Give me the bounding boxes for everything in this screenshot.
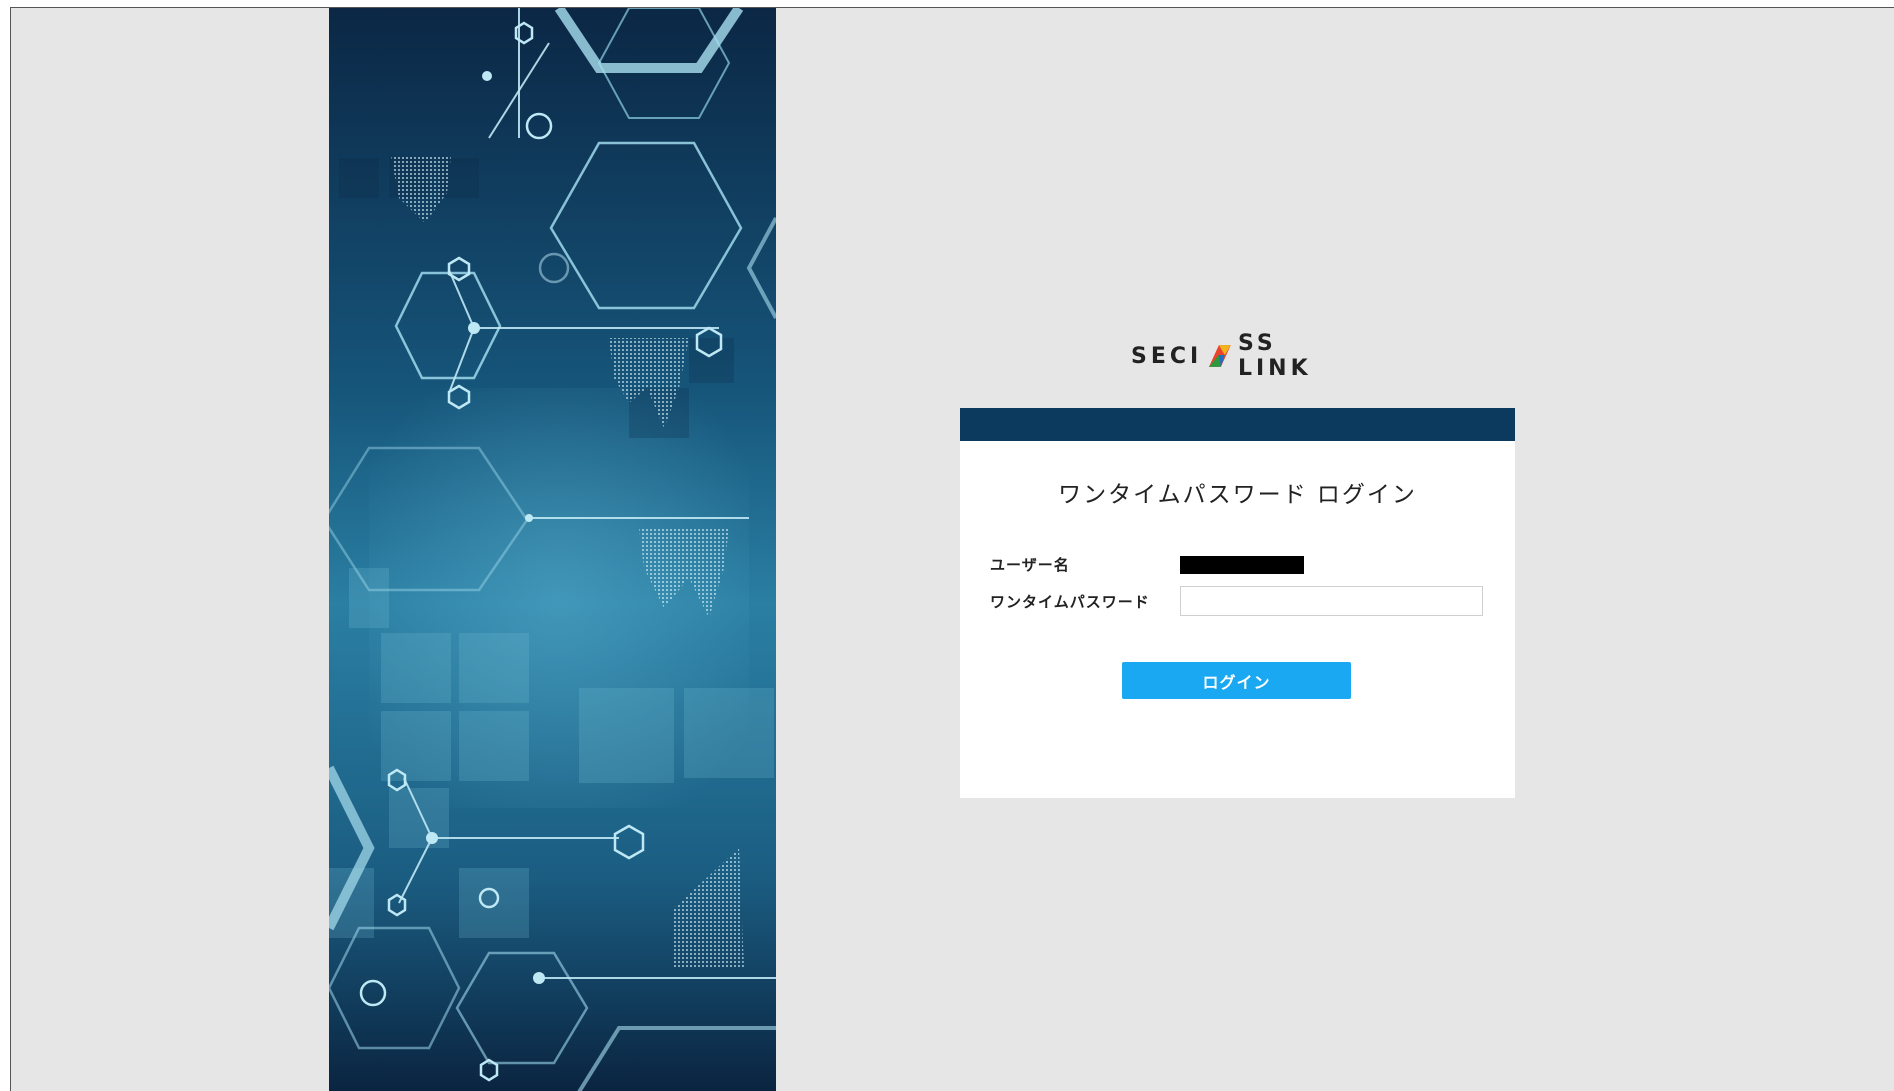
logo-text-right: SS LINK xyxy=(1237,331,1312,381)
username-label: ユーザー名 xyxy=(990,556,1070,574)
otp-input[interactable] xyxy=(1180,586,1483,616)
otp-row: ワンタイムパスワード xyxy=(990,586,1483,616)
logo-text-left: SECI xyxy=(1131,343,1203,369)
card-header-bar xyxy=(960,408,1515,441)
username-row: ユーザー名 xyxy=(990,554,1304,575)
otp-label: ワンタイムパスワード xyxy=(990,592,1150,611)
card-title: ワンタイムパスワード ログイン xyxy=(1058,482,1417,508)
secioss-link-logo: SECI SS LINK xyxy=(1131,331,1361,381)
username-value-redacted xyxy=(1180,555,1304,574)
side-banner-image xyxy=(329,8,776,1091)
hexagon-technology-pattern xyxy=(329,8,776,1091)
login-page: SECI SS LINK ワンタイムパスワード ログイン ユーザー名 ワンタイム… xyxy=(10,7,1894,1091)
login-button[interactable]: ログイン xyxy=(1122,662,1351,699)
login-card: ワンタイムパスワード ログイン ユーザー名 ワンタイムパスワード ログイン xyxy=(960,408,1515,798)
logo-mark-icon xyxy=(1209,345,1232,367)
